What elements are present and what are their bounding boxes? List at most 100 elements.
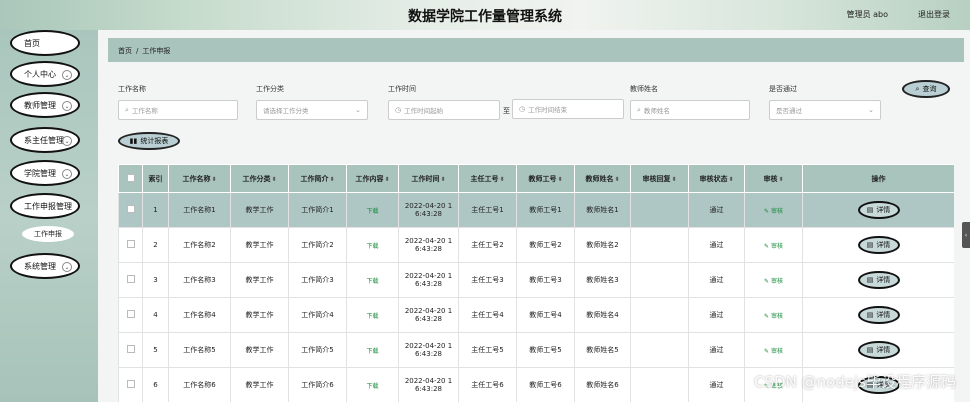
teacher-name-input[interactable]: ⌕ 教师姓名: [630, 100, 750, 120]
row-select-cell[interactable]: [118, 367, 143, 402]
work-time-end-input[interactable]: ◷ 工作时间结束: [512, 99, 624, 119]
download-link[interactable]: 下载: [366, 208, 378, 215]
col-header[interactable]: 工作内容⬍: [346, 164, 399, 193]
table-row[interactable]: 3 工作名称3 教学工作 工作简介3 下载 2022-04-20 1 6:43:28 主任工号…: [118, 262, 954, 298]
work-name-input[interactable]: ⌕ 工作名称: [118, 100, 238, 120]
sort-icon[interactable]: ⬍: [440, 176, 445, 183]
row-checkbox[interactable]: [126, 205, 135, 213]
row-checkbox[interactable]: [126, 380, 135, 388]
col-header[interactable]: 审核状态⬍: [688, 164, 745, 193]
bar-chart-icon: ▮▮: [129, 137, 138, 145]
sort-icon[interactable]: ⬍: [778, 176, 783, 183]
audit-link[interactable]: ✎ 审核: [764, 278, 783, 285]
sidebar-item-teachers[interactable]: 教师管理 ⌄: [10, 92, 80, 118]
download-link[interactable]: 下载: [366, 383, 378, 390]
detail-button[interactable]: ▤ 详情: [857, 271, 900, 289]
logout-link[interactable]: 退出登录: [918, 9, 950, 20]
director-no-cell: 主任工号6: [458, 367, 517, 402]
search-button-label: 查询: [922, 85, 937, 93]
row-checkbox[interactable]: [126, 310, 135, 318]
download-link[interactable]: 下载: [366, 313, 378, 320]
sidebar-item-profile[interactable]: 个人中心 ⌄: [10, 61, 80, 87]
filter-time-start: 工作时间 ◷ 工作时间起始: [388, 84, 500, 120]
sort-icon[interactable]: ⬍: [211, 176, 216, 183]
sort-icon[interactable]: ⬍: [384, 176, 389, 183]
audit-link[interactable]: ✎ 审核: [764, 243, 783, 250]
download-link[interactable]: 下载: [366, 243, 378, 250]
time-cell: 2022-04-20 1 6:43:28: [398, 262, 459, 298]
detail-button[interactable]: ▤ 详情: [857, 306, 900, 324]
table-row[interactable]: 1 工作名称1 教学工作 工作简介1 下载 2022-04-20 1 6:43:28 主任工号…: [118, 192, 954, 228]
filter-passed-label: 是否通过: [769, 85, 797, 93]
table-row[interactable]: 2 工作名称2 教学工作 工作简介2 下载 2022-04-20 1 6:43:28 主任工号…: [118, 227, 954, 263]
download-link[interactable]: 下载: [366, 348, 378, 355]
search-button[interactable]: ⌕ 查询: [902, 80, 950, 98]
sort-icon[interactable]: ⬍: [728, 176, 733, 183]
current-user[interactable]: 管理员 abo: [847, 9, 888, 20]
detail-button[interactable]: ▤ 详情: [857, 201, 900, 219]
stats-report-button[interactable]: ▮▮ 统计报表: [118, 132, 180, 150]
sidebar-subitem-work-declare[interactable]: 工作申报: [22, 226, 74, 242]
detail-button[interactable]: ▤ 详情: [857, 236, 900, 254]
sort-icon[interactable]: ⬍: [271, 176, 276, 183]
time-line-2: 6:43:28: [415, 315, 442, 323]
row-select-cell[interactable]: [118, 192, 143, 228]
row-select-cell[interactable]: [118, 262, 143, 298]
sidebar-item-work-declaration[interactable]: 工作申报管理: [10, 193, 80, 219]
sidebar-item-college[interactable]: 学院管理 ⌄: [10, 160, 80, 186]
work-time-start-input[interactable]: ◷ 工作时间起始: [388, 100, 500, 120]
row-select-cell[interactable]: [118, 332, 143, 368]
work-name-cell: 工作名称2: [168, 227, 231, 263]
audit-link[interactable]: ✎ 审核: [764, 208, 783, 215]
col-header[interactable]: 教师姓名⬍: [574, 164, 631, 193]
sort-icon[interactable]: ⬍: [329, 176, 334, 183]
teacher-no-cell: 教师工号2: [516, 227, 575, 263]
col-header[interactable]: 教师工号⬍: [516, 164, 575, 193]
select-all-checkbox[interactable]: [126, 173, 135, 182]
work-category-select[interactable]: 请选择工作分类 ⌄: [256, 100, 368, 120]
sidebar-item-system[interactable]: 系统管理 ⌄: [10, 253, 80, 279]
table-row[interactable]: 5 工作名称5 教学工作 工作简介5 下载 2022-04-20 1 6:43:28 主任工号…: [118, 332, 954, 368]
audit-link[interactable]: ✎ 审核: [764, 348, 783, 355]
col-header[interactable]: 工作名称⬍: [168, 164, 231, 193]
row-select-cell[interactable]: [118, 227, 143, 263]
breadcrumb-home[interactable]: 首页: [118, 47, 132, 55]
stats-report-label: 统计报表: [140, 137, 169, 145]
row-checkbox[interactable]: [126, 345, 135, 353]
select-all-header[interactable]: [118, 164, 143, 193]
teacher-no-cell: 教师工号4: [516, 297, 575, 333]
row-checkbox[interactable]: [126, 275, 135, 283]
sidebar-item-label: 个人中心: [24, 69, 56, 79]
reply-cell: [630, 367, 689, 402]
col-header[interactable]: 工作分类⬍: [230, 164, 289, 193]
col-header[interactable]: 主任工号⬍: [458, 164, 517, 193]
passed-select[interactable]: 是否通过 ⌄: [769, 100, 881, 120]
audit-link[interactable]: ✎ 审核: [764, 313, 783, 320]
audit-cell: ✎ 审核: [744, 227, 803, 263]
sort-icon[interactable]: ⬍: [671, 176, 676, 183]
col-header[interactable]: 工作简介⬍: [288, 164, 347, 193]
detail-button[interactable]: ▤ 详情: [857, 341, 900, 359]
col-header[interactable]: 工作时间⬍: [398, 164, 459, 193]
sidebar-item-directors[interactable]: 系主任管理 ⌄: [10, 127, 80, 153]
status-cell: 通过: [688, 332, 745, 368]
category-cell: 教学工作: [230, 262, 289, 298]
download-link[interactable]: 下载: [366, 278, 378, 285]
sort-icon[interactable]: ⬍: [614, 176, 619, 183]
teacher-name-cell: 教师姓名5: [574, 332, 631, 368]
col-header[interactable]: 审核回复⬍: [630, 164, 689, 193]
document-icon: ▤: [866, 241, 874, 249]
row-checkbox[interactable]: [126, 240, 135, 248]
row-select-cell[interactable]: [118, 297, 143, 333]
action-cell: ▤ 详情: [802, 192, 954, 228]
teacher-name-cell: 教师姓名3: [574, 262, 631, 298]
audit-label: 审核: [770, 242, 783, 250]
breadcrumb-current: 工作申报: [142, 47, 171, 55]
col-header[interactable]: 审核⬍: [744, 164, 803, 193]
sort-icon[interactable]: ⬍: [557, 176, 562, 183]
sort-icon[interactable]: ⬍: [499, 176, 504, 183]
side-collapse-tab[interactable]: ‹: [962, 222, 970, 248]
sidebar-item-home[interactable]: 首页: [10, 30, 80, 56]
teacher-name-cell: 教师姓名4: [574, 297, 631, 333]
table-row[interactable]: 4 工作名称4 教学工作 工作简介4 下载 2022-04-20 1 6:43:28 主任工号…: [118, 297, 954, 333]
